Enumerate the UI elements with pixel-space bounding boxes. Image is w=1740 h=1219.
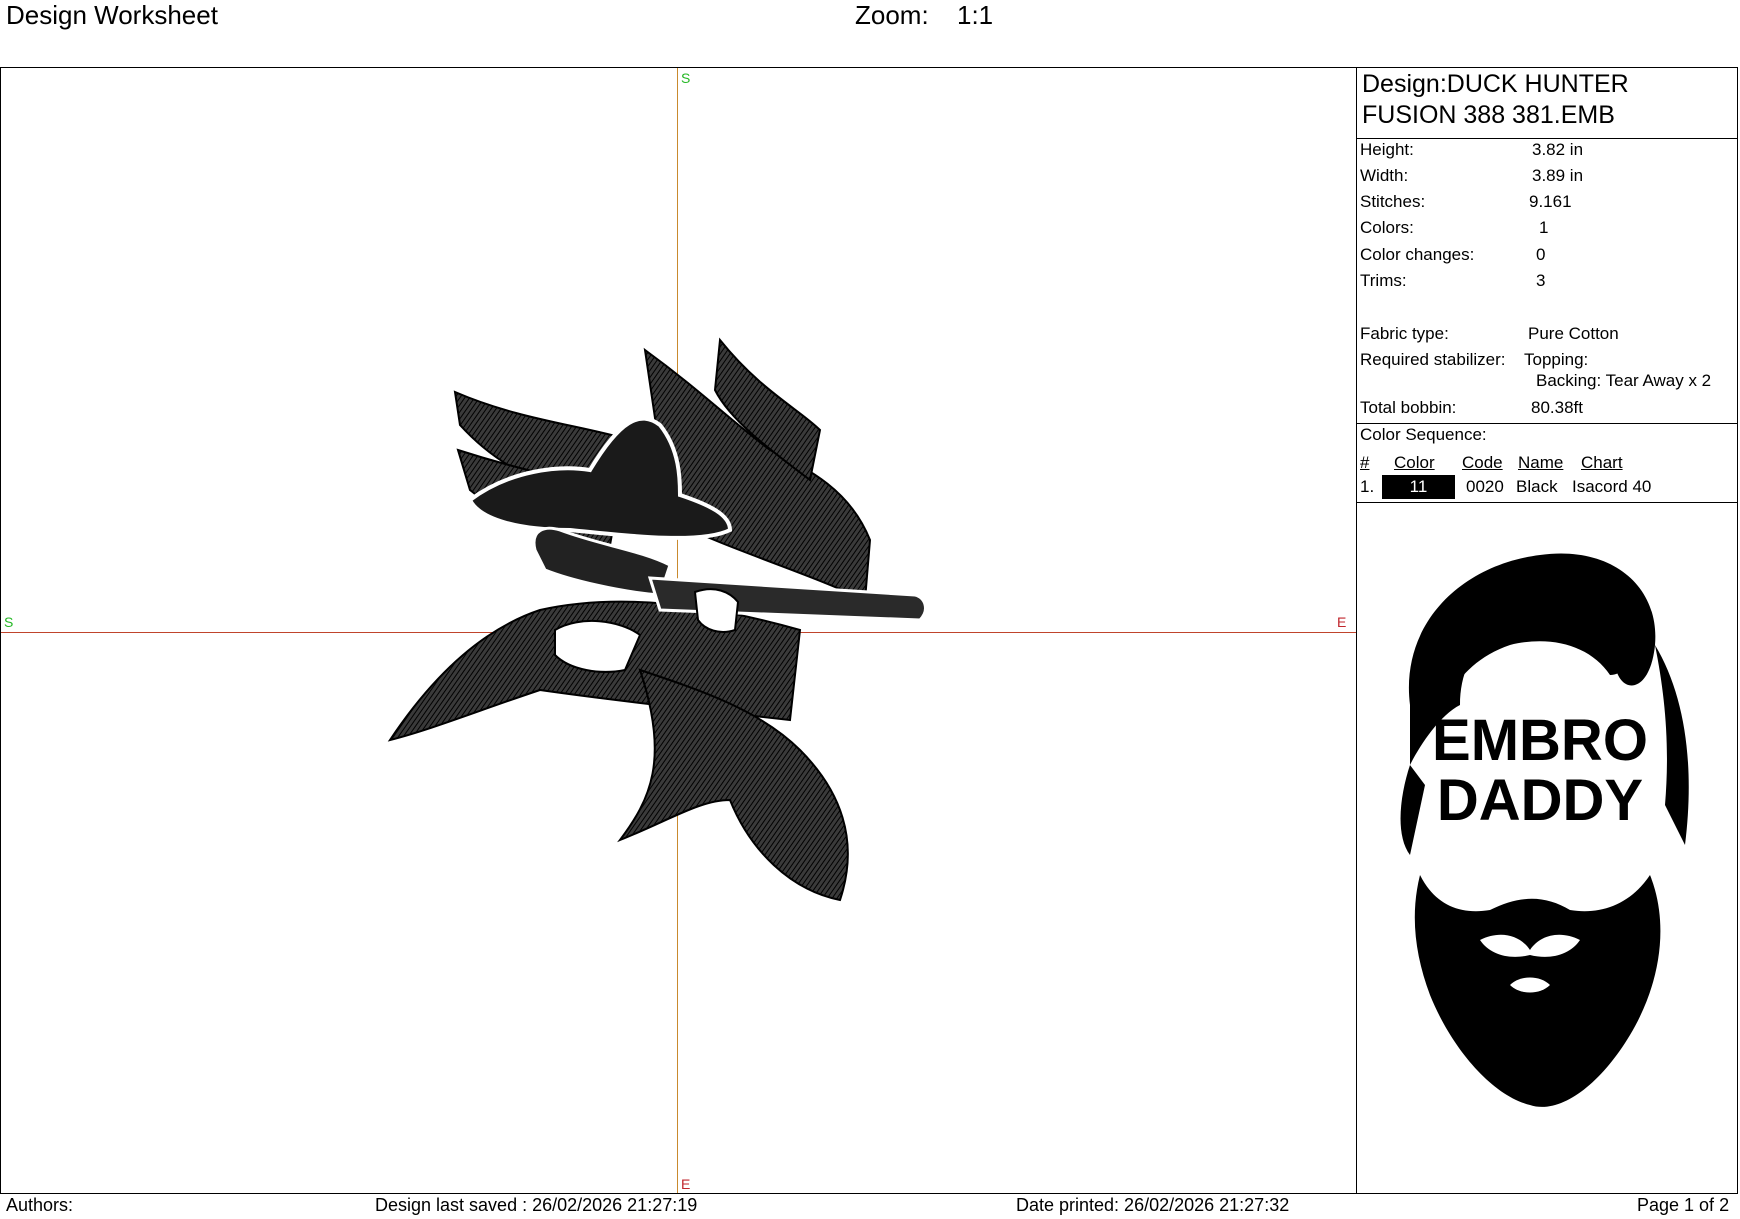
color-sequence-title: Color Sequence: (1360, 425, 1487, 444)
footer-date-printed: Date printed: 26/02/2026 21:27:32 (1016, 1195, 1290, 1215)
stat-label-width: Width: (1360, 166, 1409, 185)
stat-value-colors: 1 (1539, 218, 1549, 237)
panel-divider (1356, 502, 1738, 503)
hunter-hand-shape (554, 619, 642, 673)
design-name-line2: FUSION 388 381.EMB (1362, 101, 1615, 129)
footer-design-saved: Design last saved : 26/02/2026 21:27:19 (375, 1195, 698, 1215)
fabric-type-label: Fabric type: (1360, 324, 1449, 343)
sequence-header-name: Name (1518, 453, 1564, 472)
thread-color-swatch: 11 (1382, 475, 1455, 499)
page-title: Design Worksheet (6, 0, 218, 30)
axis-label-left: S (4, 614, 14, 630)
stat-label-stitches: Stitches: (1360, 192, 1426, 211)
stat-value-stitches: 9.161 (1529, 192, 1572, 211)
zoom-value: 1:1 (957, 0, 994, 30)
stat-value-color-changes: 0 (1536, 245, 1546, 264)
sequence-row-chart: Isacord 40 (1572, 477, 1652, 496)
duck-hunter-design-image (387, 337, 927, 902)
stat-label-trims: Trims: (1360, 271, 1407, 290)
design-name-line1: Design:DUCK HUNTER (1362, 70, 1629, 98)
logo-sideburn-right-shape (1655, 645, 1689, 845)
logo-text-line2: DADDY (1437, 768, 1643, 833)
embro-daddy-logo: EMBRO DADDY (1400, 553, 1689, 1107)
stat-label-colors: Colors: (1360, 218, 1414, 237)
stabilizer-topping: Topping: (1524, 350, 1589, 369)
sequence-header-code: Code (1462, 453, 1503, 472)
fabric-type-value: Pure Cotton (1528, 324, 1619, 343)
stabilizer-label: Required stabilizer: (1360, 350, 1506, 369)
footer-page-number: Page 1 of 2 (1637, 1195, 1730, 1215)
stat-value-trims: 3 (1536, 271, 1546, 290)
stat-label-height: Height: (1360, 140, 1414, 159)
panel-divider (1356, 138, 1738, 139)
logo-sideburn-left-shape (1400, 765, 1425, 855)
zoom-label: Zoom: (855, 0, 929, 30)
sequence-header-index: # (1360, 453, 1370, 472)
sequence-header-color: Color (1394, 453, 1435, 472)
stat-value-width: 3.89 in (1532, 166, 1584, 185)
panel-divider (1356, 423, 1738, 424)
footer-authors: Authors: (6, 1195, 74, 1215)
sequence-row-name: Black (1516, 477, 1558, 496)
stabilizer-backing: Backing: Tear Away x 2 (1536, 371, 1712, 390)
total-bobbin-label: Total bobbin: (1360, 398, 1457, 417)
axis-label-bottom: E (681, 1176, 691, 1192)
total-bobbin-value: 80.38ft (1531, 398, 1583, 417)
stat-value-height: 3.82 in (1532, 140, 1584, 159)
sequence-header-chart: Chart (1581, 453, 1623, 472)
stat-label-color-changes: Color changes: (1360, 245, 1475, 264)
axis-label-top: S (681, 70, 691, 86)
sequence-row-code: 0020 (1466, 477, 1504, 496)
axis-label-right: E (1337, 614, 1347, 630)
duck-feet-shape (617, 668, 849, 902)
sequence-row-index: 1. (1360, 477, 1375, 496)
logo-text-line1: EMBRO (1432, 708, 1648, 773)
